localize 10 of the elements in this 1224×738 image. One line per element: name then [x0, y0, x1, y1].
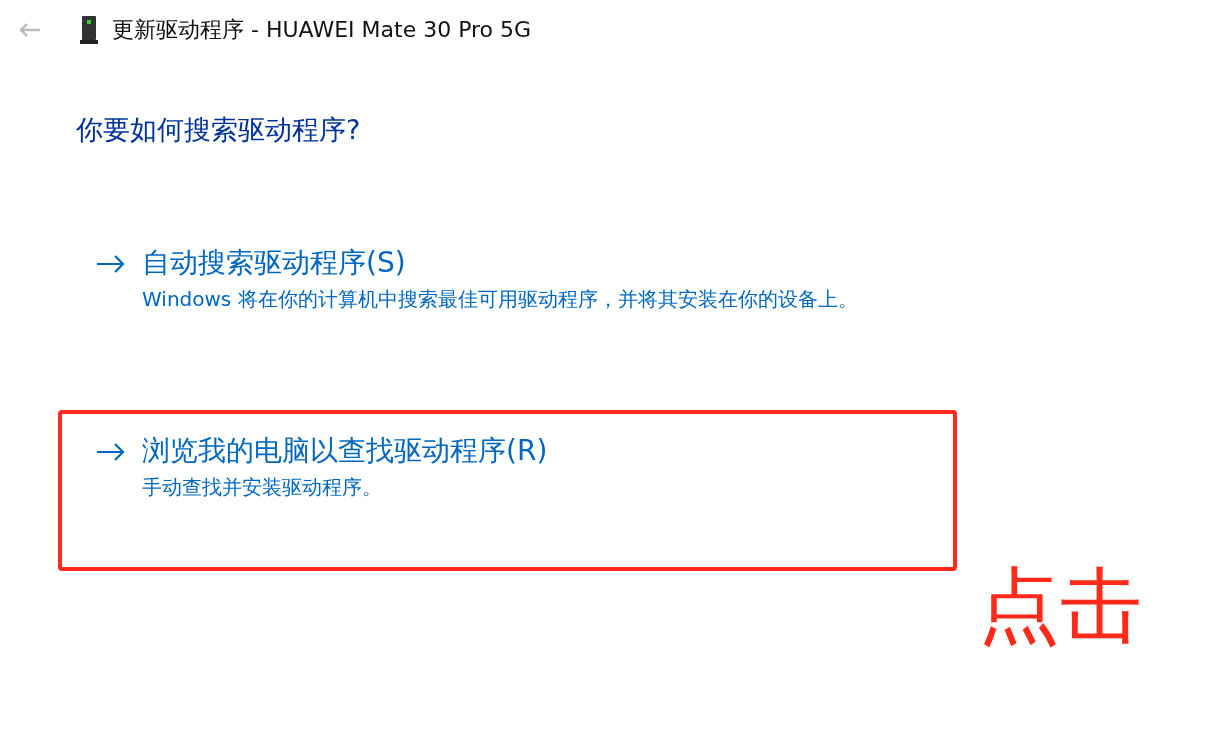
- arrow-icon: [96, 442, 126, 462]
- option-description: 手动查找并安装驱动程序。: [142, 474, 383, 501]
- device-icon: [80, 16, 98, 44]
- window-title: 更新驱动程序 - HUAWEI Mate 30 Pro 5G: [112, 16, 532, 44]
- option-description: Windows 将在你的计算机中搜索最佳可用驱动程序，并将其安装在你的设备上。: [142, 286, 858, 313]
- arrow-icon: [96, 254, 126, 274]
- annotation-text: 点击: [978, 561, 1142, 652]
- option-link[interactable]: 浏览我的电脑以查找驱动程序(R): [142, 432, 548, 470]
- option-link[interactable]: 自动搜索驱动程序(S): [142, 244, 858, 282]
- page-heading: 你要如何搜索驱动程序?: [76, 113, 362, 147]
